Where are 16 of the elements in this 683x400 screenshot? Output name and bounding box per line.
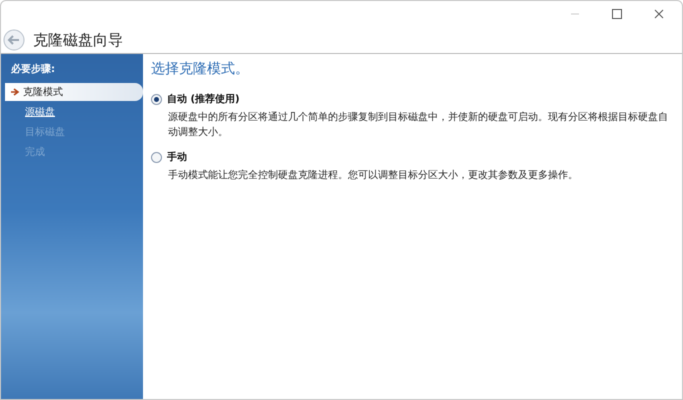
section-heading: 选择克隆模式。	[151, 60, 250, 78]
radio-button[interactable]	[151, 152, 162, 162]
window-title: 克隆磁盘向导	[33, 30, 123, 50]
option-description: 源硬盘中的所有分区将通过几个简单的步骤复制到目标磁盘中，并使新的硬盘可启动。现有分区将根据目标硬盘自动调整大小。	[168, 110, 669, 140]
option-description: 手动模式能让您完全控制硬盘克隆进程。您可以调整目标分区大小，更改其参数及更多操作。	[168, 168, 579, 183]
radio-button[interactable]	[151, 94, 162, 104]
radio-option[interactable]: 手动	[151, 150, 672, 164]
close-icon	[654, 9, 664, 19]
sidebar-item[interactable]: 源磁盘	[5, 103, 143, 121]
radio-option[interactable]: 自动 (推荐使用)	[151, 92, 672, 106]
sidebar-item[interactable]: 克隆模式	[5, 83, 143, 101]
close-button[interactable]	[652, 7, 666, 21]
sidebar-heading: 必要步骤:	[10, 62, 56, 77]
maximize-button[interactable]	[610, 7, 624, 21]
maximize-icon	[612, 9, 622, 19]
arrow-icon	[11, 88, 20, 96]
